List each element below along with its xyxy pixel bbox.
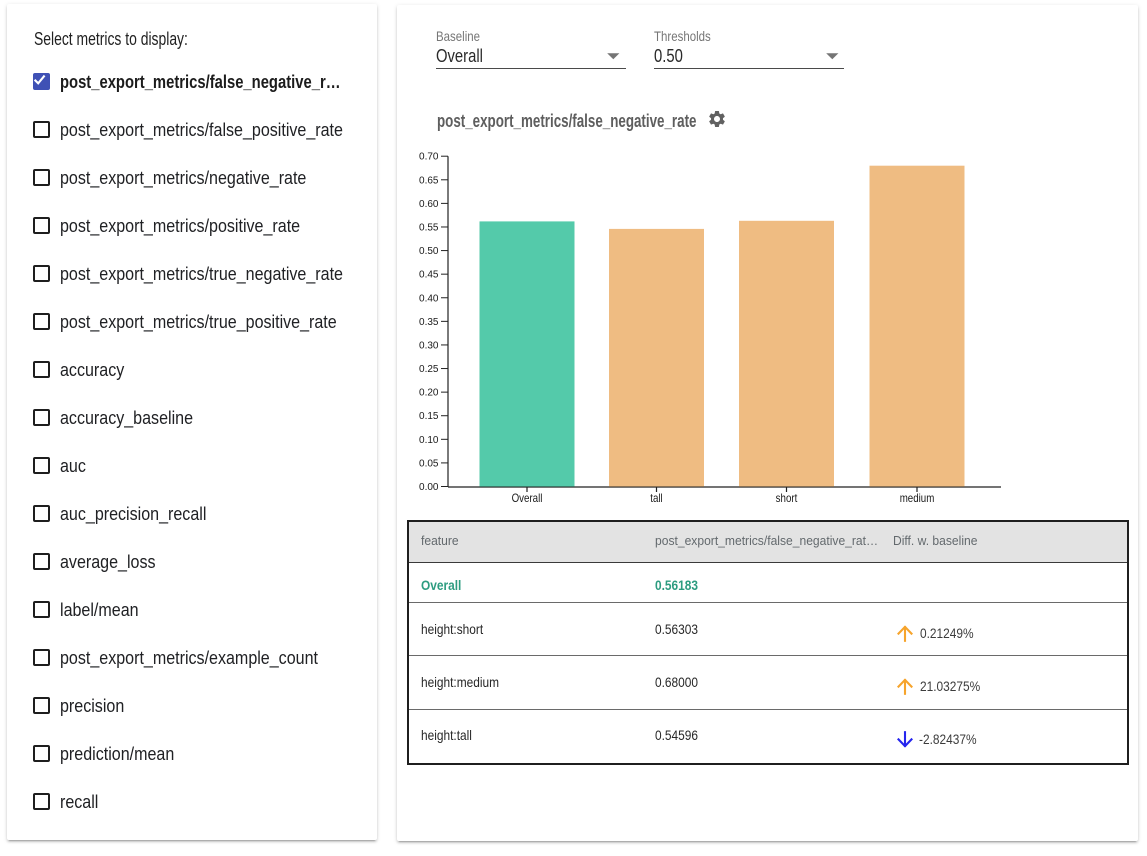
- svg-text:0.25: 0.25: [419, 364, 439, 375]
- svg-text:0.70: 0.70: [419, 152, 439, 163]
- svg-text:0.40: 0.40: [419, 293, 439, 304]
- svg-text:tall: tall: [650, 492, 662, 505]
- svg-text:Overall: Overall: [512, 492, 543, 505]
- svg-text:0.15: 0.15: [419, 411, 439, 422]
- svg-text:0.55: 0.55: [419, 222, 439, 233]
- svg-text:0.30: 0.30: [419, 340, 439, 351]
- svg-text:0.20: 0.20: [419, 388, 439, 399]
- svg-text:0.65: 0.65: [419, 175, 439, 186]
- svg-text:0.50: 0.50: [419, 246, 439, 257]
- svg-text:0.45: 0.45: [419, 270, 439, 281]
- svg-text:0.05: 0.05: [419, 458, 439, 469]
- svg-text:0.00: 0.00: [419, 482, 439, 493]
- svg-text:0.10: 0.10: [419, 435, 439, 446]
- svg-text:0.60: 0.60: [419, 199, 439, 210]
- svg-text:short: short: [776, 492, 798, 505]
- svg-text:0.35: 0.35: [419, 317, 439, 328]
- svg-text:medium: medium: [900, 492, 935, 505]
